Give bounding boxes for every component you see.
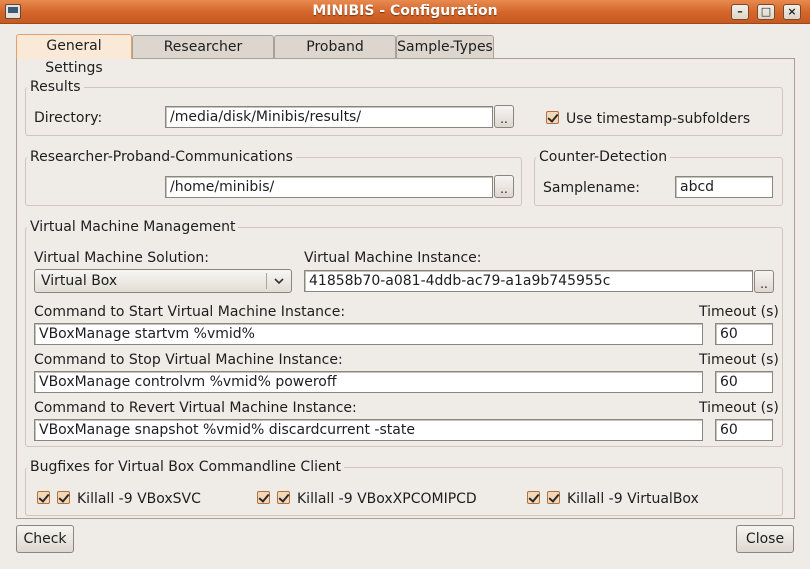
bugfix-checkbox-vboxsvc[interactable] (57, 491, 70, 504)
vm-management-group-label: Virtual Machine Management (27, 219, 239, 235)
start-timeout-label: Timeout (s) (699, 304, 779, 320)
close-window-button[interactable]: × (783, 4, 801, 20)
communications-path-input[interactable]: /home/minibis/ (165, 176, 493, 198)
vm-instance-label: Virtual Machine Instance: (304, 250, 482, 266)
timestamp-subfolders-checkbox[interactable] (546, 111, 559, 124)
chevron-down-icon (273, 270, 285, 299)
vm-solution-value: Virtual Box (41, 273, 118, 289)
title-bar[interactable]: MINIBIS - Configuration – □ × (0, 0, 810, 24)
stop-command-input[interactable]: VBoxManage controlvm %vmid% poweroff (34, 371, 703, 393)
results-browse-button[interactable]: .. (494, 105, 514, 128)
vm-solution-dropdown[interactable]: Virtual Box (34, 269, 292, 293)
tab-sample-types[interactable]: Sample-Types (396, 35, 494, 59)
bugfix-label-virtualbox[interactable]: Killall -9 VirtualBox (567, 491, 699, 507)
stop-timeout-input[interactable]: 60 (715, 371, 773, 393)
check-button[interactable]: Check (16, 525, 74, 553)
stop-timeout-label: Timeout (s) (699, 352, 779, 368)
start-command-label: Command to Start Virtual Machine Instanc… (34, 304, 346, 320)
bugfixes-group-label: Bugfixes for Virtual Box Commandline Cli… (27, 459, 344, 475)
directory-label: Directory: (34, 110, 103, 126)
start-command-input[interactable]: VBoxManage startvm %vmid% (34, 323, 703, 345)
vm-instance-input[interactable]: 41858b70-a081-4ddb-ac79-a1a9b745955c (304, 270, 753, 292)
samplename-label: Samplename: (543, 180, 640, 196)
dropdown-separator (266, 273, 267, 289)
revert-timeout-input[interactable]: 60 (715, 419, 773, 441)
stop-command-label: Command to Stop Virtual Machine Instance… (34, 352, 343, 368)
bugfix-label-vboxsvc[interactable]: Killall -9 VBoxSVC (77, 491, 201, 507)
revert-timeout-label: Timeout (s) (699, 400, 779, 416)
bugfix-checkbox-virtualbox-outer[interactable] (527, 491, 540, 504)
tab-proband-scripting[interactable]: Proband Scripting (274, 35, 396, 77)
communications-browse-button[interactable]: .. (494, 175, 514, 198)
revert-command-label: Command to Revert Virtual Machine Instan… (34, 400, 357, 416)
vm-solution-label: Virtual Machine Solution: (34, 250, 209, 266)
bugfix-checkbox-vboxsvc-outer[interactable] (37, 491, 50, 504)
tab-researcher-scripting[interactable]: Researcher Scripting (132, 35, 274, 77)
results-directory-input[interactable]: /media/disk/Minibis/results/ (165, 106, 493, 128)
counter-detection-group-label: Counter-Detection (536, 149, 671, 165)
revert-command-input[interactable]: VBoxManage snapshot %vmid% discardcurren… (34, 419, 703, 441)
bugfix-label-vboxxpcomipcd[interactable]: Killall -9 VBoxXPCOMIPCD (297, 491, 477, 507)
communications-group-label: Researcher-Proband-Communications (27, 149, 296, 165)
close-button[interactable]: Close (736, 525, 794, 553)
timestamp-subfolders-label[interactable]: Use timestamp-subfolders (566, 111, 750, 127)
results-group-label: Results (27, 79, 84, 95)
tab-general-settings[interactable]: General Settings (16, 34, 132, 76)
minimize-button[interactable]: – (731, 4, 749, 20)
start-timeout-input[interactable]: 60 (715, 323, 773, 345)
samplename-input[interactable]: abcd (675, 176, 773, 198)
bugfix-checkbox-virtualbox[interactable] (547, 491, 560, 504)
maximize-button[interactable]: □ (757, 4, 775, 20)
bugfix-checkbox-vboxxpcomipcd-outer[interactable] (257, 491, 270, 504)
window-title: MINIBIS - Configuration (312, 3, 498, 19)
vm-instance-browse-button[interactable]: .. (754, 270, 774, 293)
bugfix-checkbox-vboxxpcomipcd[interactable] (277, 491, 290, 504)
